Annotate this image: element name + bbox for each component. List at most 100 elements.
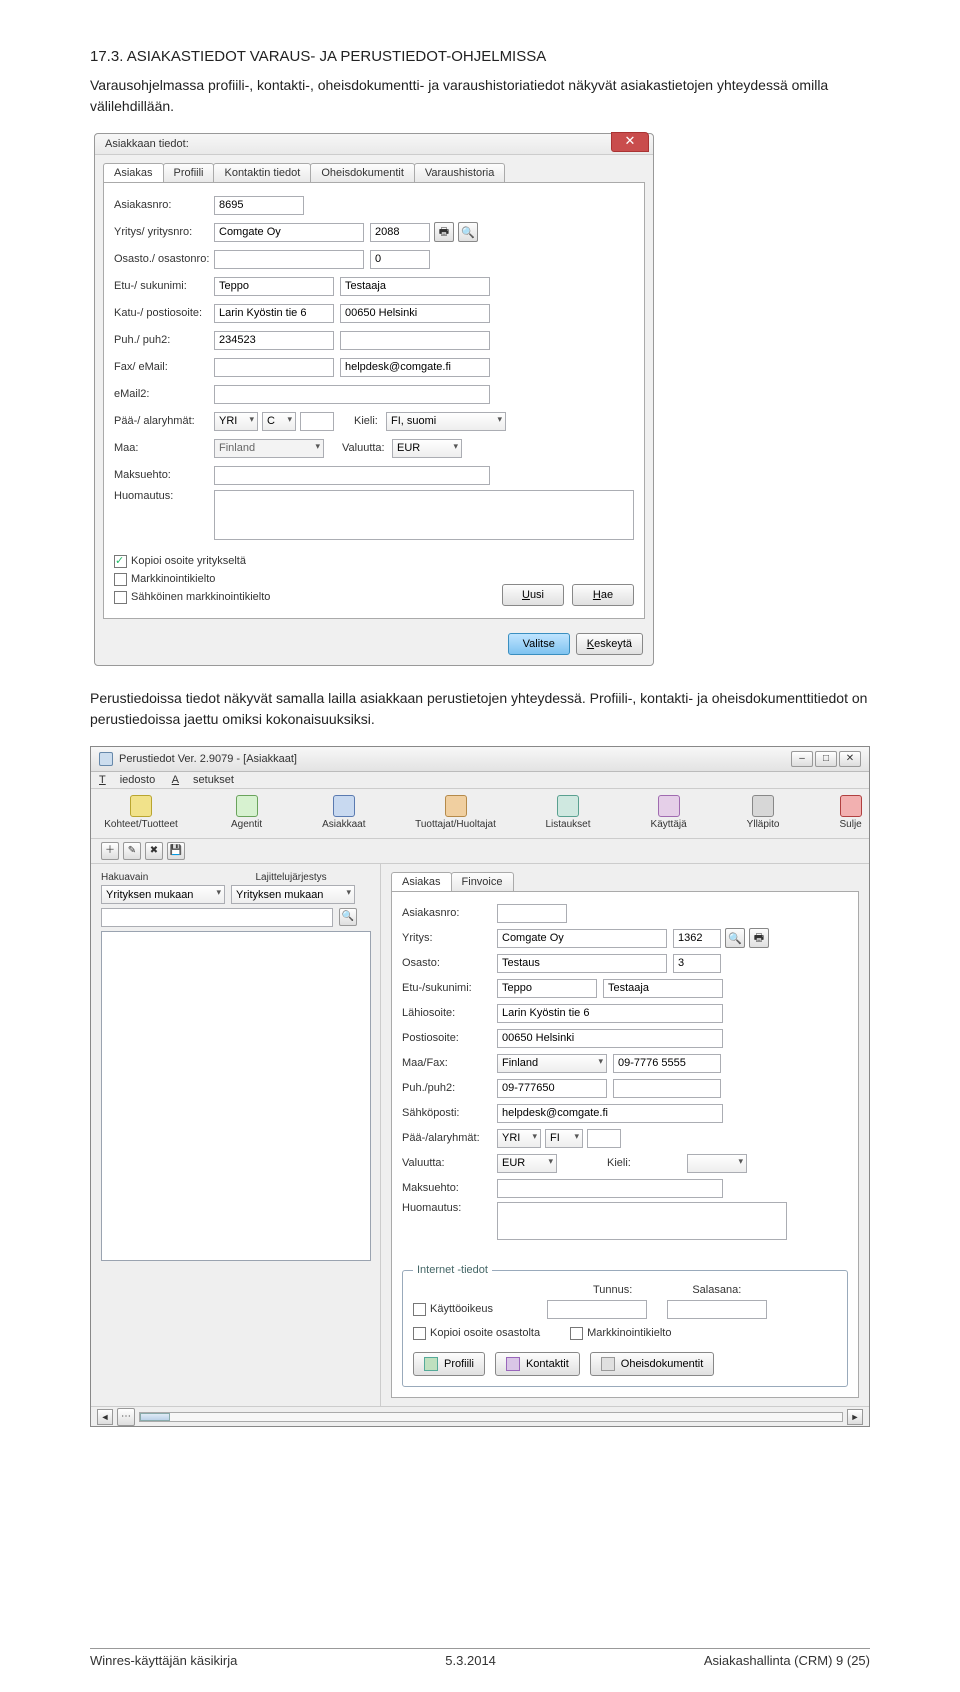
profiili-button[interactable]: Profiili [413,1352,485,1376]
edit-icon[interactable]: ✎ [123,842,141,860]
osasto-input[interactable] [214,250,364,269]
r-yritysnro-input[interactable] [673,929,721,948]
close-button[interactable]: ✕ [839,751,861,767]
tab-oheisdokumentit[interactable]: Oheisdokumentit [310,163,415,182]
result-grid[interactable] [101,931,371,1261]
etunimi-input[interactable] [214,277,334,296]
new-icon[interactable]: ＋ [101,842,119,860]
postiosoite-input[interactable] [340,304,490,323]
delete-icon[interactable]: ✖ [145,842,163,860]
r-yritys-input[interactable] [497,929,667,948]
tool-tuottajat[interactable]: Tuottajat/Huoltajat [426,795,486,830]
scroll-right-icon[interactable]: ► [847,1409,863,1425]
rtab-finvoice[interactable]: Finvoice [451,872,514,891]
r-suku-input[interactable] [603,979,723,998]
r-puh-input[interactable] [497,1079,607,1098]
tab-varaushistoria[interactable]: Varaushistoria [414,163,506,182]
scroll-misc-icon[interactable]: ⋯ [117,1408,135,1426]
puh-input[interactable] [214,331,334,350]
search-input[interactable] [101,908,333,927]
r-puh2-input[interactable] [613,1079,721,1098]
tab-kontaktin-tiedot[interactable]: Kontaktin tiedot [213,163,311,182]
r-fax-input[interactable] [613,1054,721,1073]
valuutta-select[interactable] [392,439,462,458]
r-valuutta-select[interactable] [497,1154,557,1173]
salasana-input[interactable] [667,1300,767,1319]
osastonro-input[interactable] [370,250,430,269]
scroll-track[interactable] [139,1412,843,1422]
tab-asiakas[interactable]: Asiakas [103,163,164,182]
save-icon[interactable]: 💾 [167,842,185,860]
close-button[interactable]: ✕ [611,132,649,152]
kontaktit-button[interactable]: Kontaktit [495,1352,580,1376]
tool-yllapito[interactable]: Ylläpito [747,795,780,830]
scroll-left-icon[interactable]: ◄ [97,1409,113,1425]
r-kieli-select[interactable] [687,1154,747,1173]
uusi-button[interactable]: Uusi [502,584,564,606]
kopioi-osastolta-checkbox[interactable] [413,1327,426,1340]
customers-icon [333,795,355,817]
minimize-button[interactable]: – [791,751,813,767]
ryhma-extra-input[interactable] [300,412,334,431]
email-input[interactable] [340,358,490,377]
tool-kayttaja[interactable]: Käyttäjä [651,795,687,830]
r-maa-select[interactable] [497,1054,607,1073]
lajittelu-select[interactable] [231,885,355,904]
r-postios-input[interactable] [497,1029,723,1048]
scroll-thumb[interactable] [140,1413,170,1421]
tool-agentit[interactable]: Agentit [231,795,262,830]
r-markkinointikielto-checkbox[interactable] [570,1327,583,1340]
kopioi-checkbox[interactable] [114,555,127,568]
tab-profiili[interactable]: Profiili [163,163,215,182]
sahkoinen-checkbox[interactable] [114,591,127,604]
yritysnro-input[interactable] [370,223,430,242]
sukunimi-input[interactable] [340,277,490,296]
markkinointikielto-checkbox[interactable] [114,573,127,586]
print-icon-button[interactable]: 🖶 [434,222,454,242]
asiakasnro-input[interactable] [214,196,304,215]
oheisdokumentit-button[interactable]: Oheisdokumentit [590,1352,715,1376]
hakuavain-select[interactable] [101,885,225,904]
fax-input[interactable] [214,358,334,377]
kieli-select[interactable] [386,412,506,431]
keskeyta-button[interactable]: Keskeytä [576,633,643,655]
tool-asiakkaat[interactable]: Asiakkaat [322,795,365,830]
katuosoite-input[interactable] [214,304,334,323]
search-go-icon[interactable]: 🔍 [339,908,357,926]
maximize-button[interactable]: □ [815,751,837,767]
r-lahi-label: Lähiosoite: [402,1007,497,1019]
r-osasto-input[interactable] [497,954,667,973]
tool-sulje[interactable]: Sulje [839,795,861,830]
paaryhma-select[interactable] [214,412,258,431]
r-lahi-input[interactable] [497,1004,723,1023]
valitse-button[interactable]: Valitse [508,633,570,655]
r-etu-input[interactable] [497,979,597,998]
email2-input[interactable] [214,385,490,404]
r-huom-textarea[interactable] [497,1202,787,1240]
tool-listaukset[interactable]: Listaukset [546,795,591,830]
puh2-input[interactable] [340,331,490,350]
r-ala-select[interactable] [545,1129,583,1148]
r-sposti-input[interactable] [497,1104,723,1123]
r-search-icon-button[interactable]: 🔍 [725,928,745,948]
r-ryhma-extra-input[interactable] [587,1129,621,1148]
r-maksuehto-input[interactable] [497,1179,723,1198]
yritys-input[interactable] [214,223,364,242]
search-icon-button[interactable]: 🔍 [458,222,478,242]
tool-kohteet[interactable]: Kohteet/Tuotteet [111,795,171,830]
r-print-icon-button[interactable]: 🖶 [749,928,769,948]
r-paaryhma-select[interactable] [497,1129,541,1148]
maa-select[interactable] [214,439,324,458]
r-asiakasnro-input[interactable] [497,904,567,923]
menu-tiedosto[interactable]: Tiedosto [99,774,155,786]
hae-button[interactable]: Hae [572,584,634,606]
menu-asetukset[interactable]: Asetukset [172,774,234,786]
alaryhma-select[interactable] [262,412,296,431]
tunnus-input[interactable] [547,1300,647,1319]
rtab-asiakas[interactable]: Asiakas [391,872,452,891]
kayttooikeus-checkbox[interactable] [413,1303,426,1316]
horizontal-scrollbar[interactable]: ◄ ⋯ ► [91,1406,869,1426]
huomautus-textarea[interactable] [214,490,634,540]
r-osastonro-input[interactable] [673,954,721,973]
maksuehto-input[interactable] [214,466,490,485]
